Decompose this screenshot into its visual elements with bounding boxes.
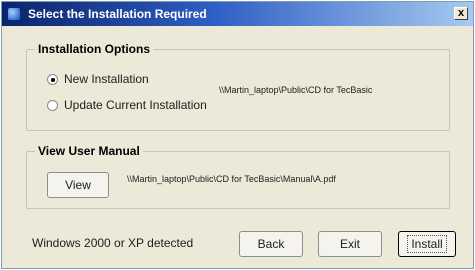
- exit-button[interactable]: Exit: [318, 231, 382, 257]
- view-button[interactable]: View: [47, 172, 109, 198]
- install-button[interactable]: Install: [398, 231, 456, 257]
- installation-options-group: Installation Options New Installation Up…: [26, 42, 450, 131]
- app-icon: [8, 8, 20, 20]
- new-installation-option[interactable]: New Installation: [47, 72, 149, 86]
- manual-path: \\Martin_laptop\Public\CD for TecBasic\M…: [127, 174, 336, 184]
- user-manual-legend: View User Manual: [35, 144, 143, 158]
- back-button[interactable]: Back: [239, 231, 303, 257]
- update-installation-option[interactable]: Update Current Installation: [47, 98, 207, 112]
- os-status: Windows 2000 or XP detected: [32, 236, 194, 250]
- title-bar: Select the Installation Required x: [2, 2, 473, 26]
- update-installation-radio[interactable]: [47, 99, 58, 111]
- window-title: Select the Installation Required: [28, 7, 207, 21]
- installation-path: \\Martin_laptop\Public\CD for TecBasic: [219, 85, 373, 95]
- installer-window: Select the Installation Required x Insta…: [1, 1, 474, 269]
- install-button-label: Install: [407, 235, 447, 253]
- update-installation-label: Update Current Installation: [64, 98, 207, 112]
- new-installation-label: New Installation: [64, 72, 149, 86]
- installation-options-legend: Installation Options: [35, 42, 154, 56]
- user-manual-group: View User Manual View \\Martin_laptop\Pu…: [26, 144, 450, 209]
- new-installation-radio[interactable]: [47, 73, 58, 85]
- close-button[interactable]: x: [454, 7, 468, 20]
